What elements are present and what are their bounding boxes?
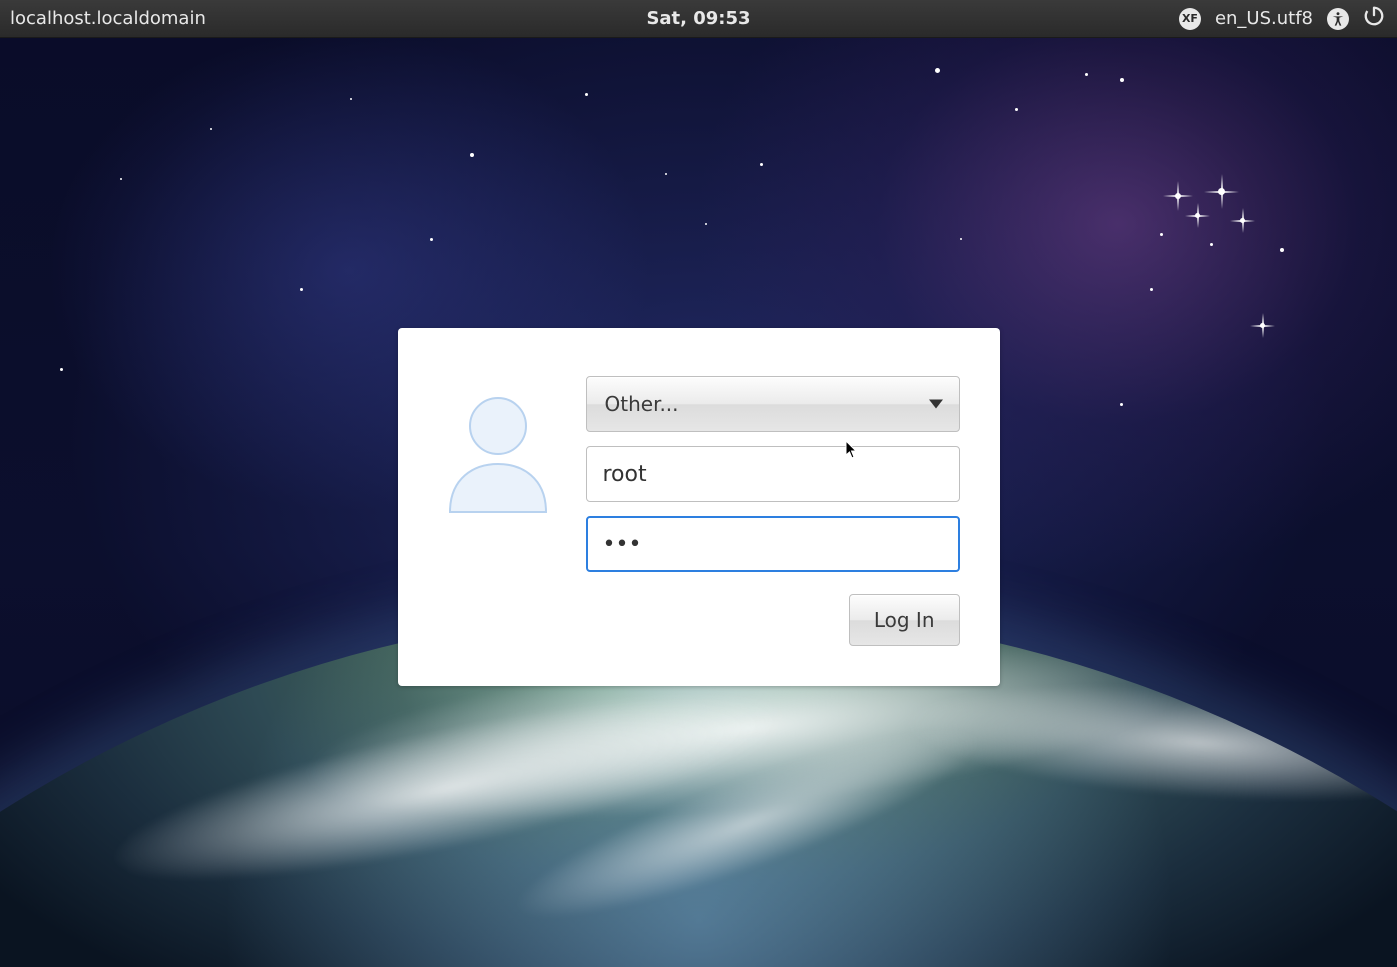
star	[1260, 323, 1265, 328]
login-button-row: Log In	[586, 594, 960, 646]
star	[1085, 73, 1088, 76]
star	[1150, 288, 1153, 291]
star	[1120, 403, 1123, 406]
star	[760, 163, 763, 166]
star	[350, 98, 352, 100]
username-input[interactable]	[586, 446, 960, 502]
star	[210, 128, 212, 130]
star	[585, 93, 588, 96]
star	[120, 178, 122, 180]
star	[1240, 218, 1245, 223]
user-icon	[438, 386, 558, 516]
star	[300, 288, 303, 291]
star	[1280, 248, 1284, 252]
login-panel: Other... Log In	[398, 328, 1000, 686]
star	[470, 153, 474, 157]
panel-tray: XF en_US.utf8	[1179, 5, 1397, 32]
star	[60, 368, 63, 371]
top-panel: localhost.localdomain Sat, 09:53 XF en_U…	[0, 0, 1397, 38]
star	[1015, 108, 1018, 111]
hostname-label: localhost.localdomain	[0, 8, 206, 29]
clock: Sat, 09:53	[646, 8, 750, 29]
locale-label[interactable]: en_US.utf8	[1215, 8, 1313, 29]
star	[665, 173, 667, 175]
star	[1218, 188, 1225, 195]
star	[705, 223, 707, 225]
login-button[interactable]: Log In	[849, 594, 960, 646]
password-input[interactable]	[586, 516, 960, 572]
star	[1195, 213, 1200, 218]
avatar-placeholder	[438, 376, 558, 646]
keyboard-layout-icon[interactable]: XF	[1179, 8, 1201, 30]
login-form: Other... Log In	[586, 376, 960, 646]
accessibility-icon[interactable]	[1327, 8, 1349, 30]
user-select-label: Other...	[605, 392, 679, 416]
star	[1210, 243, 1213, 246]
star	[430, 238, 433, 241]
star	[960, 238, 962, 240]
star	[1120, 78, 1124, 82]
user-select-dropdown[interactable]: Other...	[586, 376, 960, 432]
star	[935, 68, 940, 73]
chevron-down-icon	[929, 400, 943, 409]
star	[1160, 233, 1163, 236]
power-icon[interactable]	[1363, 5, 1385, 32]
star	[1175, 193, 1181, 199]
